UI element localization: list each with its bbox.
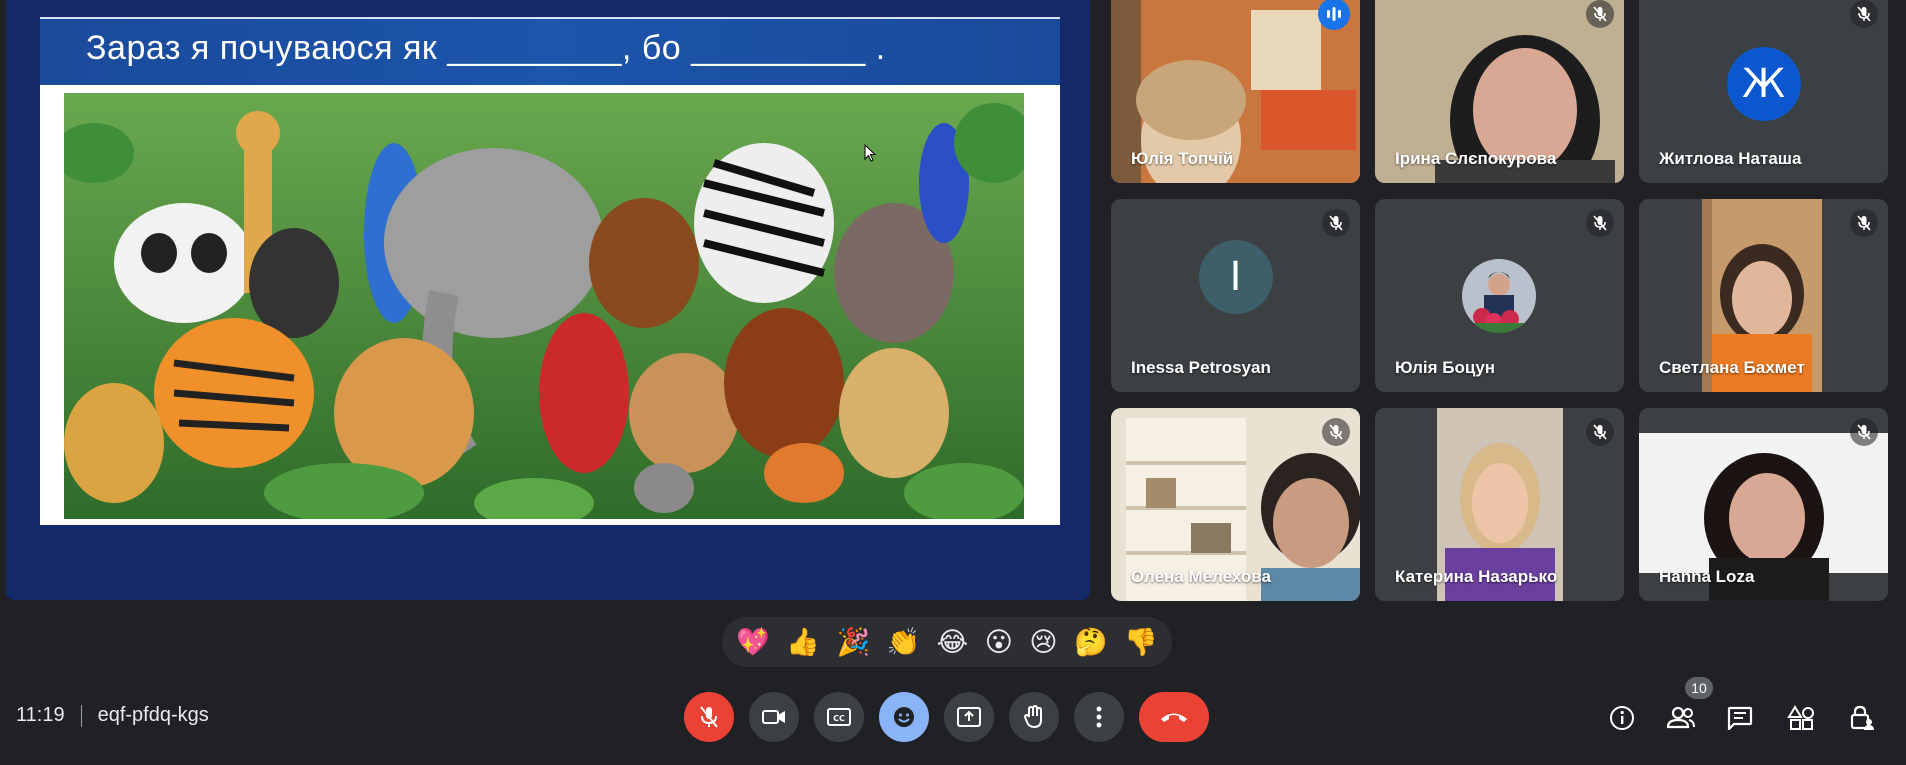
raise-hand-button[interactable] <box>1009 692 1059 742</box>
participant-name: Hanna Loza <box>1659 567 1755 586</box>
activities-button[interactable] <box>1783 700 1819 736</box>
call-end-icon <box>1161 713 1187 722</box>
more-options-button[interactable] <box>1074 692 1124 742</box>
participant-name: Юлія Боцун <box>1395 358 1496 377</box>
svg-text:CC: CC <box>833 714 845 723</box>
present-screen-button[interactable] <box>944 692 994 742</box>
reaction-laugh[interactable]: 😂 <box>937 629 969 656</box>
shapes-icon <box>1787 705 1814 730</box>
people-icon <box>1666 706 1695 729</box>
mic-off-icon <box>1850 0 1878 28</box>
participant-tile[interactable]: Hanna Loza <box>1639 408 1888 601</box>
reaction-thumbs-down[interactable]: 👎 <box>1124 629 1158 656</box>
mouse-cursor-icon <box>864 144 876 162</box>
participant-name: Inessa Petrosyan <box>1131 358 1271 377</box>
leave-call-button[interactable] <box>1139 692 1209 742</box>
mic-off-icon <box>700 706 718 728</box>
participant-name: Ірина Слєпокурова <box>1395 149 1557 168</box>
avatar: Ж <box>1726 46 1801 121</box>
participant-tile[interactable]: Ж Житлова Наташа <box>1639 0 1888 183</box>
chat-icon <box>1727 706 1753 730</box>
meeting-info: 11:19 eqf-pfdq-kgs <box>16 704 209 727</box>
reaction-sad[interactable]: 😢 <box>1029 629 1057 656</box>
reaction-thinking[interactable]: 🤔 <box>1074 629 1108 656</box>
participant-tile[interactable]: Юлія Топчій <box>1111 0 1360 183</box>
participant-tile[interactable]: Олена Мелехова <box>1111 408 1360 601</box>
camera-icon <box>762 710 785 724</box>
reaction-heart[interactable]: 💖 <box>736 629 770 656</box>
info-icon <box>1610 706 1634 730</box>
smiley-icon <box>894 707 914 727</box>
mic-off-icon <box>1586 0 1614 28</box>
mic-off-icon <box>1586 418 1614 446</box>
meeting-details-button[interactable] <box>1604 700 1640 736</box>
participant-tile[interactable]: Светлана Бахмет <box>1639 199 1888 392</box>
meeting-time: 11:19 <box>16 704 65 726</box>
avatar: I <box>1198 239 1273 314</box>
participant-tile[interactable]: Ірина Слєпокурова <box>1375 0 1624 183</box>
mic-toggle-button[interactable] <box>684 692 734 742</box>
captions-icon: CC <box>827 708 851 726</box>
more-vert-icon <box>1096 706 1102 728</box>
participant-tile[interactable]: Катерина Назарько <box>1375 408 1624 601</box>
mic-off-icon <box>1586 209 1614 237</box>
host-controls-button[interactable] <box>1844 700 1880 736</box>
reaction-surprised[interactable]: 😮 <box>985 629 1013 656</box>
presentation-view: Зараз я почуваюся як _________, бо _____… <box>6 0 1090 600</box>
reaction-party[interactable]: 🎉 <box>836 629 870 656</box>
reactions-bar: 💖 👍 🎉 👏 😂 😮 😢 🤔 👎 <box>722 617 1172 667</box>
participant-tile[interactable]: I Inessa Petrosyan <box>1111 199 1360 392</box>
reaction-thumbs-up[interactable]: 👍 <box>786 629 820 656</box>
reaction-clap[interactable]: 👏 <box>887 629 921 656</box>
participant-name: Катерина Назарько <box>1395 567 1558 586</box>
slide-title: Зараз я почуваюся як _________, бо _____… <box>86 29 886 67</box>
present-icon <box>957 707 981 727</box>
participant-name: Светлана Бахмет <box>1659 358 1805 377</box>
participant-tile[interactable]: Юлія Боцун <box>1375 199 1624 392</box>
people-button[interactable] <box>1663 700 1699 736</box>
meeting-code: eqf-pfdq-kgs <box>97 704 209 726</box>
hand-icon <box>1024 705 1042 728</box>
camera-toggle-button[interactable] <box>749 692 799 742</box>
divider <box>80 704 82 727</box>
participant-name: Житлова Наташа <box>1659 149 1802 168</box>
mic-off-icon <box>1850 418 1878 446</box>
lock-person-icon <box>1850 705 1874 730</box>
participant-name: Олена Мелехова <box>1131 567 1271 586</box>
slide-image <box>64 93 1024 519</box>
chat-button[interactable] <box>1722 700 1758 736</box>
captions-button[interactable]: CC <box>814 692 864 742</box>
mic-off-icon <box>1322 418 1350 446</box>
avatar <box>1462 259 1536 333</box>
mic-off-icon <box>1322 209 1350 237</box>
participant-count-badge: 10 <box>1685 677 1713 699</box>
slide-banner: Зараз я почуваюся як _________, бо _____… <box>40 17 1060 85</box>
participant-name: Юлія Топчій <box>1131 149 1234 168</box>
mic-off-icon <box>1850 209 1878 237</box>
slide-image-frame <box>40 85 1060 525</box>
reactions-button[interactable] <box>879 692 929 742</box>
